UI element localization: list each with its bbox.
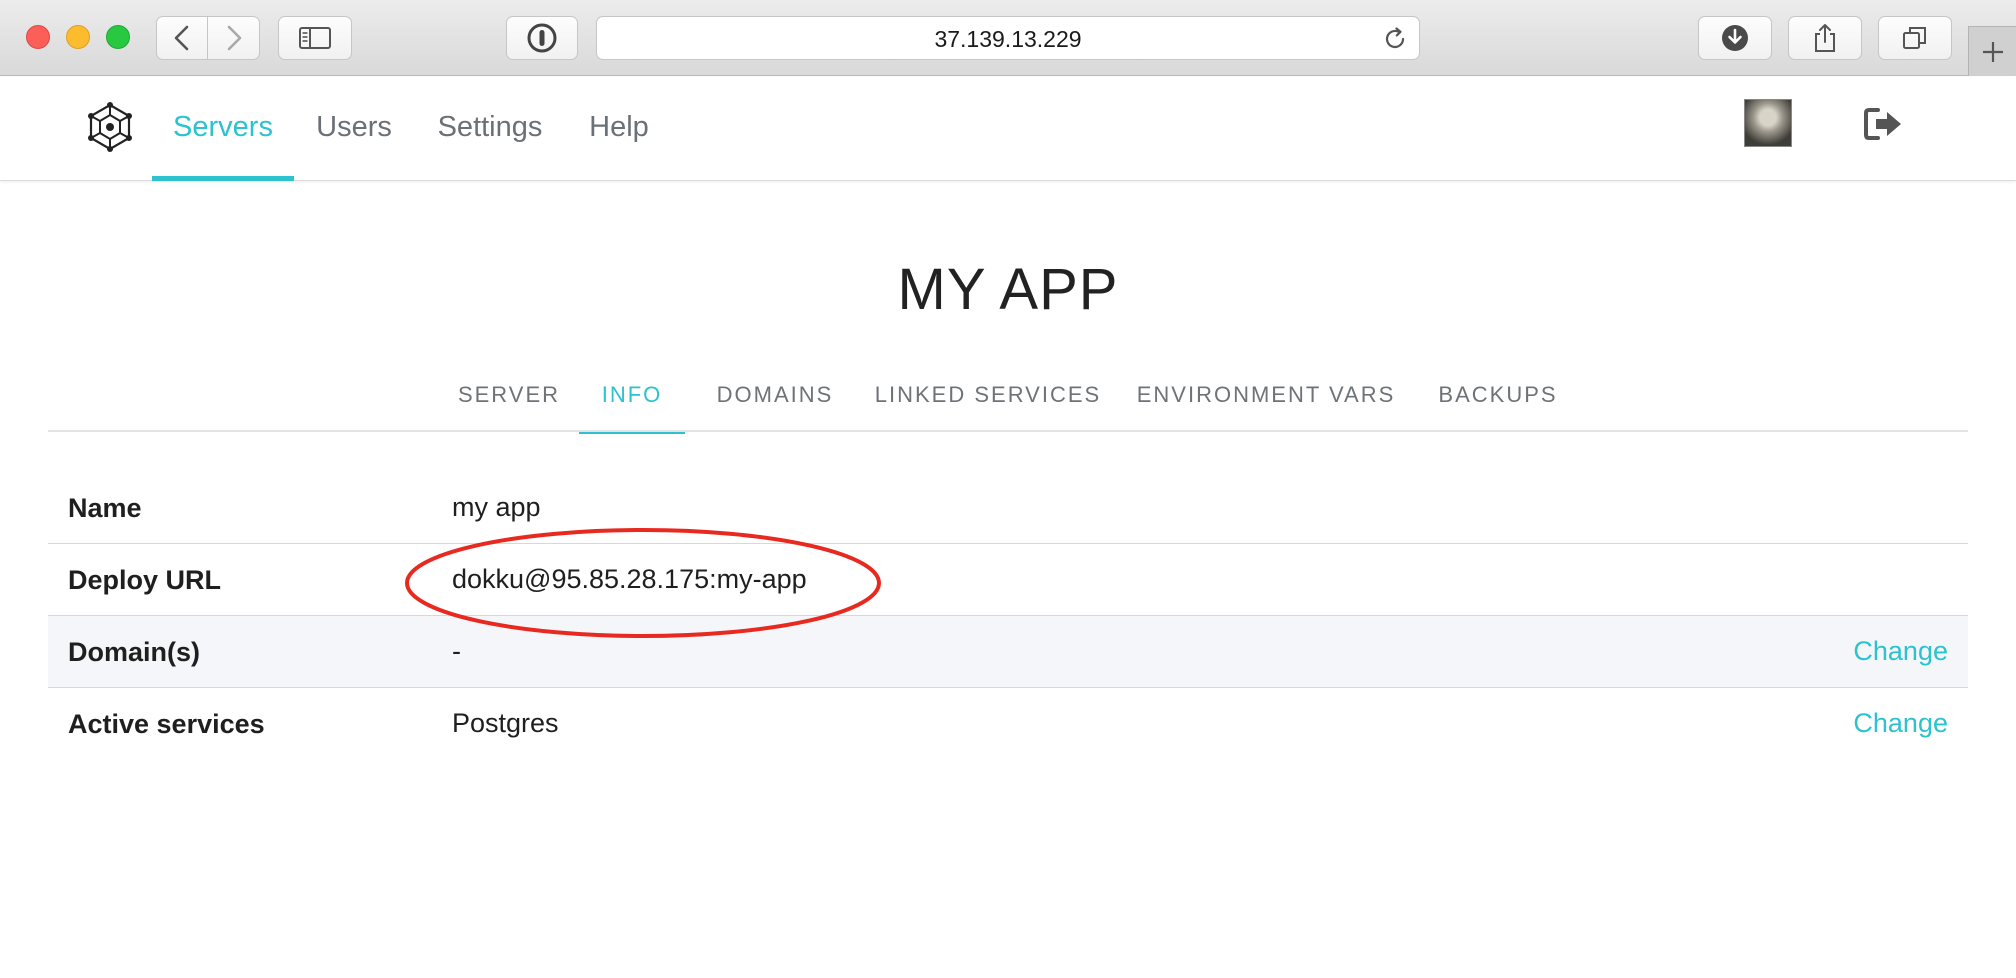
share-icon [1815,24,1835,52]
minimize-window-button[interactable] [66,25,90,49]
tab-domains[interactable]: DOMAINS [708,370,842,432]
nav-help[interactable]: Help [586,77,652,181]
tabs-icon [1903,27,1926,49]
plus-icon [1982,41,2003,62]
table-row-domains: Domain(s) - Change [48,616,1968,688]
change-services-link[interactable]: Change [1853,688,1948,758]
downloads-button[interactable] [1698,16,1772,60]
tab-environment-vars[interactable]: ENVIRONMENT VARS [1134,370,1398,432]
annotation-ellipse [405,528,881,638]
back-button[interactable] [156,16,208,60]
row-label: Domain(s) [68,637,201,667]
close-window-button[interactable] [26,25,50,49]
address-bar-url: 37.139.13.229 [934,26,1082,52]
share-button[interactable] [1788,16,1862,60]
reload-icon[interactable] [1383,27,1407,51]
sidebar-icon [299,27,331,49]
tab-backups[interactable]: BACKUPS [1428,370,1568,432]
row-label: Deploy URL [68,565,222,595]
forward-button[interactable] [208,16,260,60]
row-label: Name [68,493,142,523]
row-value: Postgres [452,708,559,738]
table-row-active-services: Active services Postgres Change [48,688,1968,760]
tab-info[interactable]: INFO [579,370,685,434]
logout-icon[interactable] [1864,107,1904,141]
user-avatar[interactable] [1744,99,1792,147]
address-bar[interactable]: 37.139.13.229 [596,16,1420,60]
nav-servers[interactable]: Servers [152,77,294,181]
table-row-deploy-url: Deploy URL dokku@95.85.28.175:my-app [48,544,1968,616]
change-domains-link[interactable]: Change [1853,616,1948,686]
app-tabs: SERVER INFO DOMAINS LINKED SERVICES ENVI… [48,370,1968,434]
browser-toolbar: 37.139.13.229 [0,0,2016,76]
app-info-table: Name my app Deploy URL dokku@95.85.28.17… [48,472,1968,760]
table-row-name: Name my app [48,472,1968,544]
nav-settings[interactable]: Settings [436,77,544,181]
chevron-left-icon [174,25,189,51]
app-navbar: Servers Users Settings Help [0,77,2016,181]
password-manager-button[interactable] [506,16,578,60]
nav-users[interactable]: Users [314,77,394,181]
new-tab-button[interactable] [1968,26,2016,76]
tab-linked-services[interactable]: LINKED SERVICES [872,370,1104,432]
password-manager-icon [527,23,557,53]
sidebar-toggle-button[interactable] [278,16,352,60]
tab-overview-button[interactable] [1878,16,1952,60]
hexagon-network-logo-icon[interactable] [84,101,136,153]
download-icon [1722,25,1748,51]
page-title: MY APP [897,257,1119,322]
row-label: Active services [68,709,265,739]
zoom-window-button[interactable] [106,25,130,49]
tab-server[interactable]: SERVER [456,370,562,432]
chevron-right-icon [227,25,241,51]
